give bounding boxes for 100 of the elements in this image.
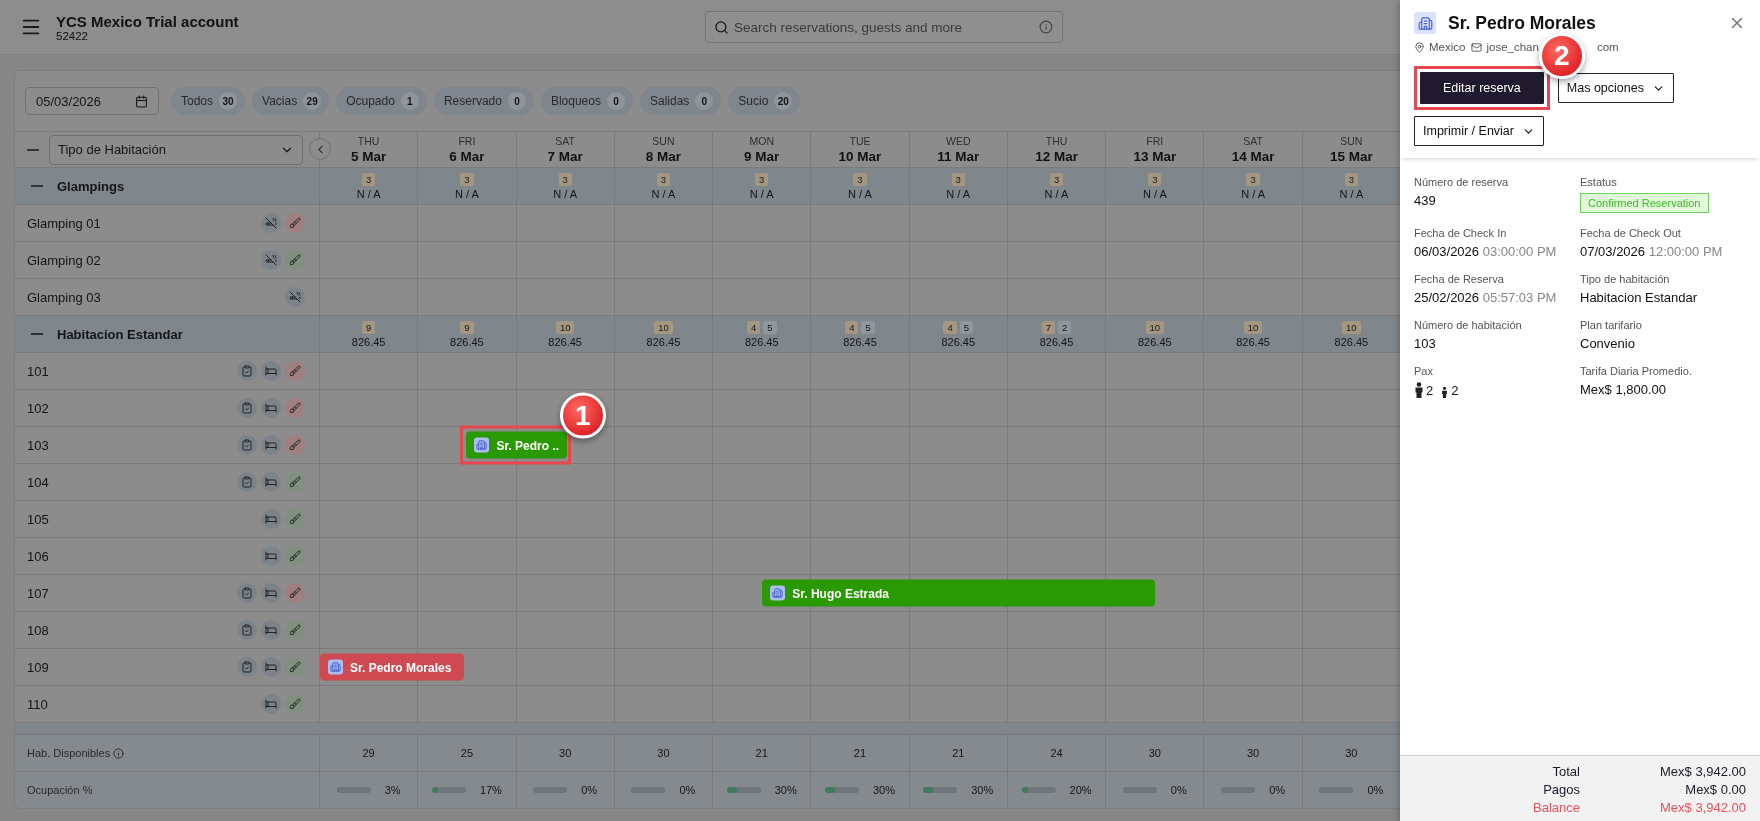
filter-chip[interactable]: Sucio 20	[728, 87, 801, 115]
rate-value: 826.45	[548, 335, 582, 348]
group-name: Habitacion Estandar	[57, 326, 183, 342]
filter-chip[interactable]: Todos 30	[171, 87, 246, 115]
field-label: Plan tarifario	[1580, 319, 1643, 331]
count-badge: 3	[1049, 172, 1064, 186]
room-type-select[interactable]: Tipo de Habitación	[49, 134, 303, 165]
rate-value: 826.45	[1334, 335, 1369, 348]
occupancy-value: 0%	[581, 784, 598, 796]
occupancy-value: 0%	[1269, 784, 1286, 796]
field-value: Mex$ 1,800.00	[1580, 382, 1667, 397]
clipboard-check-icon	[237, 657, 257, 677]
reservation-bar[interactable]: Sr. Pedro ..	[466, 431, 568, 459]
field-label: Fecha de Check Out	[1580, 227, 1682, 239]
bed-icon	[261, 509, 281, 529]
weekday-label: FRI	[1146, 135, 1164, 147]
occupancy-bar	[431, 787, 466, 793]
child-count: 2	[1451, 383, 1459, 398]
info-icon[interactable]	[1039, 20, 1053, 34]
bed-icon	[261, 694, 281, 714]
weekday-label: SAT	[555, 135, 575, 147]
filter-chip[interactable]: Bloqueos 0	[540, 87, 633, 115]
total-value: Mex$ 0.00	[1684, 782, 1746, 797]
filter-chip[interactable]: Reservado 0	[433, 87, 534, 115]
bed-icon	[261, 546, 281, 566]
filter-chip[interactable]: Vacias 29	[252, 87, 330, 115]
rate-value: 826.45	[646, 335, 681, 348]
field-value: 25/02/2026 05:57:03 PM	[1414, 290, 1558, 305]
rate-value: 826.45	[941, 335, 976, 348]
dropdown-button[interactable]: Mas opciones	[1557, 73, 1674, 103]
adult-count: 2	[1426, 383, 1434, 398]
date-label: 15 Mar	[1329, 149, 1373, 164]
count-badge: 3	[656, 172, 671, 186]
filter-chip[interactable]: Ocupado 1	[336, 87, 427, 115]
rate-value: 826.45	[843, 335, 877, 348]
rate-value: 826.45	[351, 335, 386, 348]
count-badge: 5	[763, 320, 777, 334]
rate-value: 826.45	[1039, 335, 1074, 348]
room-name: 101	[27, 363, 50, 379]
search-field[interactable]: Search reservations, guests and more	[705, 11, 1063, 43]
weekday-label: SUN	[652, 135, 675, 147]
field-label: Tarifa Diaria Promedio.	[1580, 365, 1693, 377]
weekday-label: FRI	[458, 135, 476, 147]
date-label: 7 Mar	[547, 149, 583, 164]
count-badge: 9	[362, 320, 376, 334]
bed-icon	[261, 435, 281, 455]
weekday-label: THU	[357, 135, 380, 147]
calendar-icon[interactable]	[135, 94, 148, 108]
count-badge: 3	[755, 172, 769, 186]
guest-country: Mexico	[1429, 41, 1466, 53]
count-badge: 5	[861, 320, 875, 334]
weekday-label: SUN	[1340, 135, 1363, 147]
occupancy-bar	[336, 787, 371, 793]
bed-icon	[261, 472, 281, 492]
occupancy-value: 0%	[1170, 784, 1187, 796]
no-smoking-icon	[285, 287, 305, 307]
room-name: 104	[27, 474, 50, 490]
occupancy-value: 0%	[679, 784, 696, 796]
rate-value: 826.45	[1138, 335, 1172, 348]
rate-value: 826.45	[744, 335, 779, 348]
count-badge: 3	[1344, 172, 1358, 186]
field-value: 439	[1414, 193, 1437, 208]
date-label: 9 Mar	[744, 149, 780, 164]
no-smoking-icon	[261, 213, 281, 233]
occupancy-bar	[824, 787, 859, 793]
bed-icon	[261, 620, 281, 640]
account-title: YCS Mexico Trial account	[56, 12, 239, 30]
edit-button[interactable]: Editar reserva	[1420, 72, 1544, 104]
reservation-bar[interactable]: Sr. Pedro Morales	[320, 653, 465, 681]
weekday-label: MON	[749, 135, 774, 147]
field-value: Convenio	[1580, 336, 1636, 351]
guest-email: jose_chan	[1486, 41, 1539, 53]
bed-icon	[261, 657, 281, 677]
reservation-bar[interactable]: Sr. Hugo Estrada	[762, 579, 1156, 607]
weekday-label: WED	[946, 135, 971, 147]
count-badge: 10	[654, 320, 673, 334]
clipboard-check-icon	[237, 435, 257, 455]
building-icon	[1414, 12, 1436, 34]
count-badge: 3	[558, 172, 572, 186]
count-badge: 3	[460, 172, 474, 186]
total-label: Balance	[1532, 800, 1580, 815]
weekday-label: TUE	[849, 135, 871, 147]
total-label: Total	[1551, 764, 1580, 779]
rate-value: N / A	[946, 187, 971, 200]
search-icon	[714, 20, 729, 35]
room-name: Glamping 01	[27, 215, 102, 231]
date-label: 10 Mar	[838, 149, 882, 164]
date-field[interactable]: 05/03/2026	[25, 87, 159, 115]
child-icon	[1440, 385, 1450, 398]
occupancy-value: 30%	[774, 784, 797, 796]
info-icon[interactable]	[113, 747, 125, 759]
guest-name: Sr. Pedro Morales	[1448, 12, 1597, 34]
previous-button[interactable]	[309, 138, 331, 160]
room-name: Glamping 02	[27, 252, 102, 268]
filter-chip[interactable]: Salidas 0	[639, 87, 722, 115]
rate-value: N / A	[749, 187, 774, 200]
occupancy-value: 30%	[971, 784, 994, 796]
room-name: 106	[27, 548, 50, 564]
total-value: Mex$ 3,942.00	[1659, 764, 1746, 779]
dropdown-button[interactable]: Imprimir / Enviar	[1414, 116, 1544, 146]
